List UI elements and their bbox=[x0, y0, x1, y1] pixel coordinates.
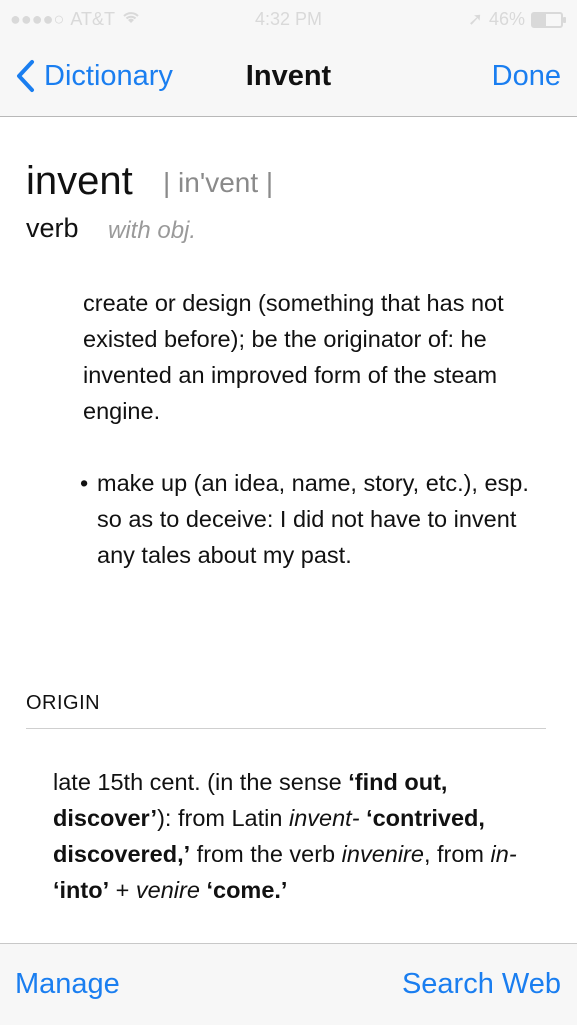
done-button[interactable]: Done bbox=[492, 60, 561, 93]
pronunciation: | in'vent | bbox=[163, 167, 274, 198]
battery-icon bbox=[531, 11, 566, 28]
divider bbox=[26, 728, 546, 729]
origin-segment: invenire bbox=[341, 841, 424, 867]
origin-segment: ): from Latin bbox=[157, 805, 289, 831]
origin-segment: + bbox=[109, 877, 136, 903]
origin-segment: invent- bbox=[288, 805, 360, 831]
part-of-speech: verb bbox=[26, 213, 79, 243]
origin-segment: , from bbox=[423, 841, 491, 867]
origin-segment: in- bbox=[490, 841, 517, 867]
battery-percent: 46% bbox=[488, 9, 525, 29]
location-arrow-icon: ➚ bbox=[467, 9, 483, 29]
part-of-speech-note: with obj. bbox=[108, 217, 197, 244]
origin-segment: late 15th cent. (in the sense bbox=[53, 769, 349, 795]
status-right: ➚ 46% bbox=[467, 9, 566, 30]
bullet-icon: • bbox=[80, 470, 89, 496]
origin-heading: ORIGIN bbox=[26, 692, 101, 714]
origin-segment: from the verb bbox=[190, 841, 342, 867]
nav-title: Invent bbox=[245, 60, 332, 92]
origin-text: late 15th cent. (in the sense ‘find out,… bbox=[53, 764, 545, 908]
navigation-bar: Dictionary Invent Done bbox=[0, 40, 577, 117]
subsense-text: make up (an idea, name, story, etc.), es… bbox=[97, 470, 529, 568]
origin-segment: venire bbox=[135, 877, 200, 903]
origin-segment: ‘into’ bbox=[53, 877, 110, 903]
origin-segment: ‘come.’ bbox=[206, 877, 288, 903]
manage-button[interactable]: Manage bbox=[15, 968, 120, 1001]
subsense: • make up (an idea, name, story, etc.), … bbox=[80, 465, 545, 573]
bottom-toolbar: Manage Search Web bbox=[0, 943, 577, 1025]
status-bar: ●●●●○ AT&T 4:32 PM ➚ 46% bbox=[0, 0, 577, 40]
search-web-button[interactable]: Search Web bbox=[402, 968, 561, 1001]
definition-text: create or design (something that has not… bbox=[83, 290, 504, 424]
headword: invent bbox=[26, 159, 133, 203]
definition-content: invent | in'vent | verb with obj. create… bbox=[0, 117, 577, 943]
